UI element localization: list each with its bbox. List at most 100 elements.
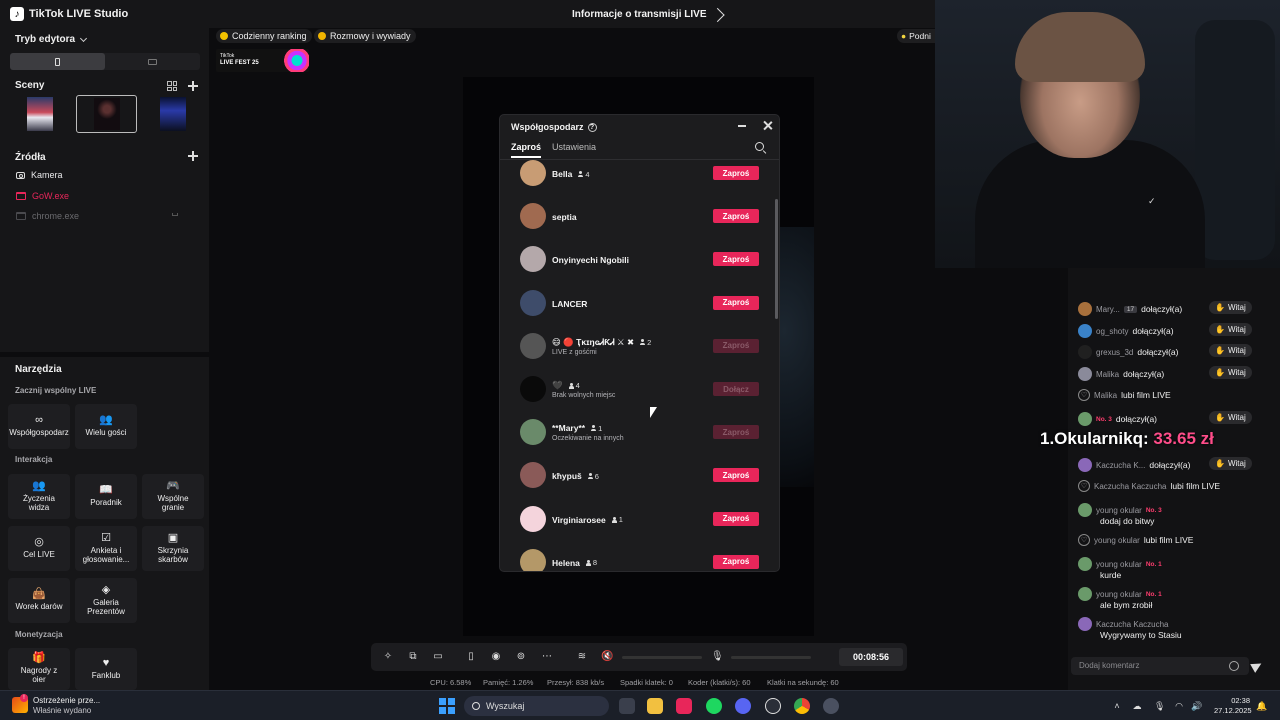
avatar[interactable] <box>520 505 546 532</box>
chat-username[interactable]: Kaczucha Kaczucha <box>1094 482 1167 491</box>
invite-button[interactable]: Zaproś <box>713 468 759 483</box>
chat-username[interactable]: young okular <box>1094 536 1140 545</box>
discord-icon[interactable] <box>735 698 751 714</box>
avatar[interactable] <box>1078 345 1092 359</box>
scene-thumbnail-1[interactable] <box>20 95 60 133</box>
chat-username[interactable]: young okular <box>1096 560 1142 569</box>
tool-guide[interactable]: 📖 Poradnik <box>75 474 137 519</box>
avatar[interactable] <box>520 419 546 446</box>
avatar[interactable] <box>1078 587 1092 601</box>
chat-username[interactable]: Kaczucha K... <box>1096 461 1145 470</box>
avatar[interactable] <box>1078 412 1092 426</box>
chat-username[interactable]: Kaczucha Kaczucha <box>1096 620 1169 629</box>
minimize-icon[interactable] <box>738 125 746 127</box>
comment-input[interactable]: Dodaj komentarz <box>1071 657 1249 675</box>
chat-username[interactable]: Malika <box>1096 370 1119 379</box>
tool-gift-bag[interactable]: 👜 Worek darów <box>8 578 70 623</box>
close-icon[interactable] <box>762 120 773 131</box>
spotify-icon[interactable] <box>706 698 722 714</box>
notifications-icon[interactable]: 🔔 <box>1256 701 1267 711</box>
microphone-icon[interactable]: 🎙 <box>711 651 724 663</box>
record-icon[interactable]: ◉ <box>490 651 502 663</box>
source-chrome[interactable]: chrome.exe <box>16 211 79 221</box>
avatar[interactable] <box>1078 503 1092 517</box>
editor-mode-dropdown[interactable]: Tryb edytora <box>15 34 88 45</box>
speaker-volume-slider[interactable] <box>622 656 702 659</box>
orientation-toggle[interactable] <box>10 53 200 70</box>
welcome-button[interactable]: ✋ Witaj <box>1209 411 1252 424</box>
tool-treasure-box[interactable]: ▣ Skrzynia skarbów <box>142 526 204 571</box>
add-scene-icon[interactable] <box>188 81 198 91</box>
avatar[interactable] <box>520 548 546 571</box>
welcome-button[interactable]: ✋ Witaj <box>1209 301 1252 314</box>
effects-icon[interactable]: ⧉ <box>407 651 419 663</box>
help-icon[interactable]: ? <box>587 122 597 132</box>
invite-button[interactable]: Zaproś <box>713 295 759 310</box>
tab-invite[interactable]: Zaproś <box>511 142 542 158</box>
live-fest-banner[interactable]: TikTok LIVE FEST 25 <box>216 49 309 72</box>
chat-username[interactable]: Malika <box>1094 391 1117 400</box>
chevron-up-icon[interactable]: ˄ <box>1112 701 1122 711</box>
stream-info-title[interactable]: Informacje o transmisji LIVE <box>572 7 726 22</box>
tips-tag[interactable]: ● Podni <box>897 29 935 43</box>
emoji-icon[interactable] <box>1229 661 1239 671</box>
more-icon[interactable]: ⋯ <box>541 651 553 663</box>
phone-view-icon[interactable]: ▯ <box>465 651 477 663</box>
tiktok-studio-icon[interactable] <box>676 698 692 714</box>
tool-fanclub[interactable]: ♥ Fanklub <box>75 648 137 690</box>
portrait-button[interactable] <box>10 53 105 70</box>
scene-thumbnail-3[interactable] <box>153 95 193 133</box>
avatar[interactable] <box>520 289 546 316</box>
chat-username[interactable]: young okular <box>1096 506 1142 515</box>
invite-button[interactable]: Zaproś <box>713 554 759 569</box>
hidden-source-icon[interactable] <box>172 213 178 216</box>
chrome-icon[interactable] <box>794 698 810 714</box>
warning-notification[interactable]: Ostrzeżenie prze... Właśnie wydano <box>33 696 100 715</box>
avatar[interactable] <box>520 332 546 359</box>
invite-button[interactable]: Zaproś <box>713 166 759 180</box>
screen-capture-icon[interactable]: ▭ <box>432 651 444 663</box>
replay-icon[interactable]: ⊚ <box>515 651 527 663</box>
file-explorer-icon[interactable] <box>647 698 663 714</box>
tab-settings[interactable]: Ustawienia <box>552 142 596 158</box>
avatar[interactable] <box>1078 302 1092 316</box>
tool-gift-gallery[interactable]: ◈ Galeria Prezentów <box>75 578 137 623</box>
welcome-button[interactable]: ✋ Witaj <box>1209 366 1252 379</box>
grid-view-icon[interactable] <box>167 81 177 91</box>
daily-ranking-tag[interactable]: Codzienny ranking <box>216 29 312 43</box>
tool-cohost[interactable]: ∞ Współgospodarz <box>8 404 70 449</box>
avatar[interactable] <box>1078 324 1092 338</box>
onedrive-icon[interactable]: ☁ <box>1132 701 1142 711</box>
avatar[interactable] <box>520 376 546 402</box>
tool-poll[interactable]: ☑ Ankieta i głosowanie... <box>75 526 137 571</box>
wifi-icon[interactable]: ◠ <box>1174 701 1184 711</box>
mic-volume-slider[interactable] <box>731 656 811 659</box>
avatar[interactable] <box>520 203 546 230</box>
tool-coplay[interactable]: 🎮 Wspólne granie <box>142 474 204 519</box>
welcome-button[interactable]: ✋ Witaj <box>1209 457 1252 470</box>
search-icon[interactable] <box>755 142 764 151</box>
chat-username[interactable]: og_shoty <box>1096 327 1128 336</box>
audio-mixer-icon[interactable]: ≋ <box>576 651 588 663</box>
avatar[interactable] <box>1078 367 1092 381</box>
chat-username[interactable]: young okular <box>1096 590 1142 599</box>
speaker-muted-icon[interactable]: 🔇 <box>601 651 613 663</box>
landscape-button[interactable] <box>105 53 200 70</box>
invite-button[interactable]: Zaproś <box>713 511 759 526</box>
volume-icon[interactable]: 🔊 <box>1191 701 1202 711</box>
add-source-icon[interactable] <box>188 151 198 161</box>
talk-interview-tag[interactable]: Rozmowy i wywiady <box>314 29 416 43</box>
scene-thumbnail-2[interactable] <box>76 95 137 133</box>
source-camera[interactable]: Kamera <box>16 170 63 180</box>
tool-rewards[interactable]: 🎁 Nagrody z oier <box>8 648 70 690</box>
microphone-icon[interactable]: 🎙 <box>1154 701 1165 711</box>
welcome-button[interactable]: ✋ Witaj <box>1209 323 1252 336</box>
welcome-button[interactable]: ✋ Witaj <box>1209 344 1252 357</box>
settings-icon[interactable] <box>823 698 839 714</box>
magic-wand-icon[interactable]: ✧ <box>382 651 394 663</box>
scrollbar[interactable] <box>775 199 778 319</box>
invite-button[interactable]: Zaproś <box>713 252 759 267</box>
share-icon[interactable] <box>710 7 726 22</box>
chat-username[interactable]: grexus_3d <box>1096 348 1133 357</box>
tool-multi-guest[interactable]: 👥 Wielu gości <box>75 404 137 449</box>
